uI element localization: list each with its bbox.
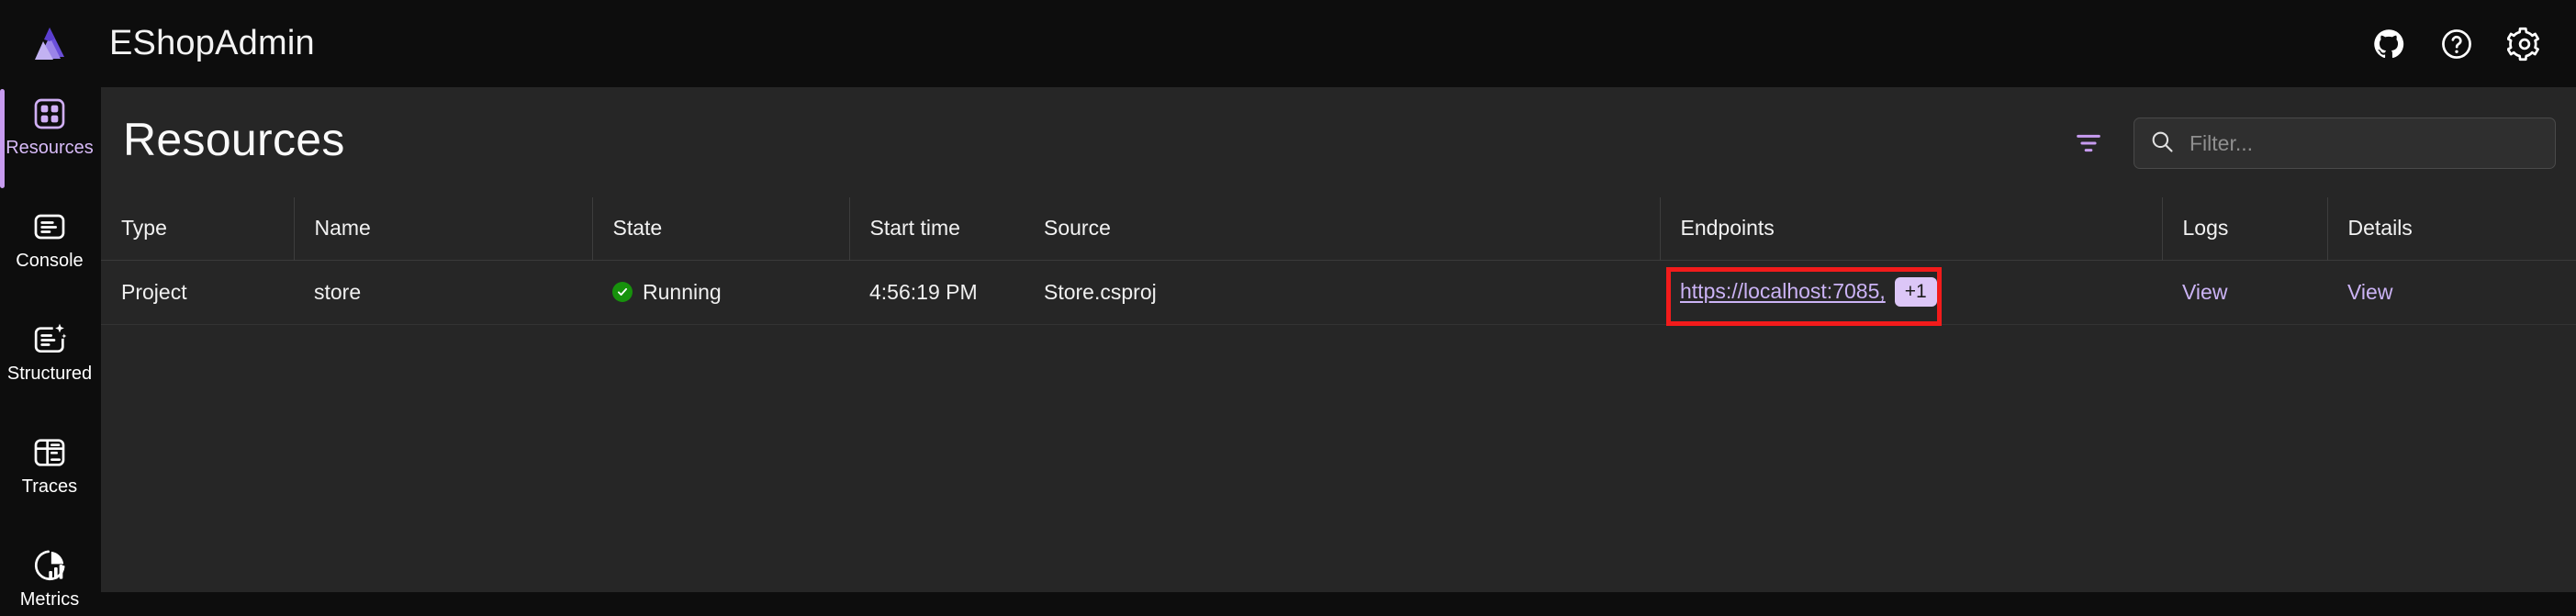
console-lines-icon xyxy=(31,208,68,245)
cell-details: View xyxy=(2327,260,2576,324)
endpoint-link[interactable]: https://localhost:7085, xyxy=(1680,279,1886,304)
column-header-logs[interactable]: Logs xyxy=(2162,197,2328,260)
cell-start-time: 4:56:19 PM xyxy=(869,279,978,304)
column-header-type[interactable]: Type xyxy=(101,197,295,260)
sidebar-item-label: Traces xyxy=(21,476,78,497)
grid-four-squares-icon xyxy=(31,95,68,132)
cell-state: Running xyxy=(592,260,849,324)
table-body: Project store Running 4:56:19 PM Store.c… xyxy=(101,260,2576,324)
metrics-pie-chart-icon xyxy=(31,547,68,584)
topbar-actions xyxy=(2369,0,2545,87)
column-header-start-time[interactable]: Start time xyxy=(849,197,1024,260)
logs-view-link[interactable]: View xyxy=(2182,280,2227,304)
search-icon xyxy=(2149,129,2175,159)
cell-endpoints: https://localhost:7085, +1 xyxy=(1660,260,2162,324)
cell-type: Project xyxy=(121,279,187,304)
page-header: Resources xyxy=(101,87,2576,197)
sidebar-item-resources[interactable]: Resources xyxy=(0,87,99,188)
sidebar-item-label: Metrics xyxy=(19,588,80,610)
sidebar-item-metrics[interactable]: Metrics xyxy=(0,539,99,616)
app-title: EShopAdmin xyxy=(109,24,315,62)
cell-logs: View xyxy=(2162,260,2327,324)
check-circle-icon xyxy=(612,282,633,302)
cell-name: store xyxy=(314,279,362,304)
cell-source: Store.csproj xyxy=(1044,279,1157,304)
sidebar-item-structured[interactable]: Structured xyxy=(0,313,99,390)
traces-gantt-icon xyxy=(31,434,68,471)
sidebar-item-label: Console xyxy=(16,250,84,271)
structured-logs-sparkle-icon xyxy=(31,321,68,358)
resources-table: Type Name State Start time Source Endpoi… xyxy=(101,197,2576,325)
endpoint-more-badge[interactable]: +1 xyxy=(1894,276,1937,308)
github-icon[interactable] xyxy=(2369,24,2409,64)
table-row[interactable]: Project store Running 4:56:19 PM Store.c… xyxy=(101,260,2576,324)
gear-icon[interactable] xyxy=(2504,24,2545,64)
column-header-endpoints[interactable]: Endpoints xyxy=(1660,197,2163,260)
filter-funnel-icon[interactable] xyxy=(2071,126,2106,161)
content-panel: Resources Filter... Type Name State Star… xyxy=(101,87,2576,592)
status-badge: Running xyxy=(643,279,722,304)
column-header-name[interactable]: Name xyxy=(294,197,593,260)
sidebar-item-traces[interactable]: Traces xyxy=(0,426,99,503)
column-header-details[interactable]: Details xyxy=(2327,197,2576,260)
search-input[interactable] xyxy=(2190,130,2540,156)
sidebar-item-console[interactable]: Console xyxy=(0,200,99,277)
sidebar-item-label: Resources xyxy=(6,137,94,158)
details-view-link[interactable]: View xyxy=(2347,280,2392,304)
help-icon[interactable] xyxy=(2436,24,2477,64)
sidebar: Resources Console Structured Traces Metr… xyxy=(0,87,99,609)
aspire-logo-icon xyxy=(0,26,99,62)
page-title: Resources xyxy=(123,114,345,165)
column-header-state[interactable]: State xyxy=(592,197,850,260)
sidebar-item-label: Structured xyxy=(6,363,93,384)
header-tools xyxy=(2071,118,2556,169)
column-header-source[interactable]: Source xyxy=(1024,197,1661,260)
search-box[interactable] xyxy=(2134,118,2556,169)
top-bar: EShopAdmin xyxy=(0,0,2576,87)
table-header-row: Type Name State Start time Source Endpoi… xyxy=(101,197,2576,260)
table-header: Type Name State Start time Source Endpoi… xyxy=(101,197,2576,260)
